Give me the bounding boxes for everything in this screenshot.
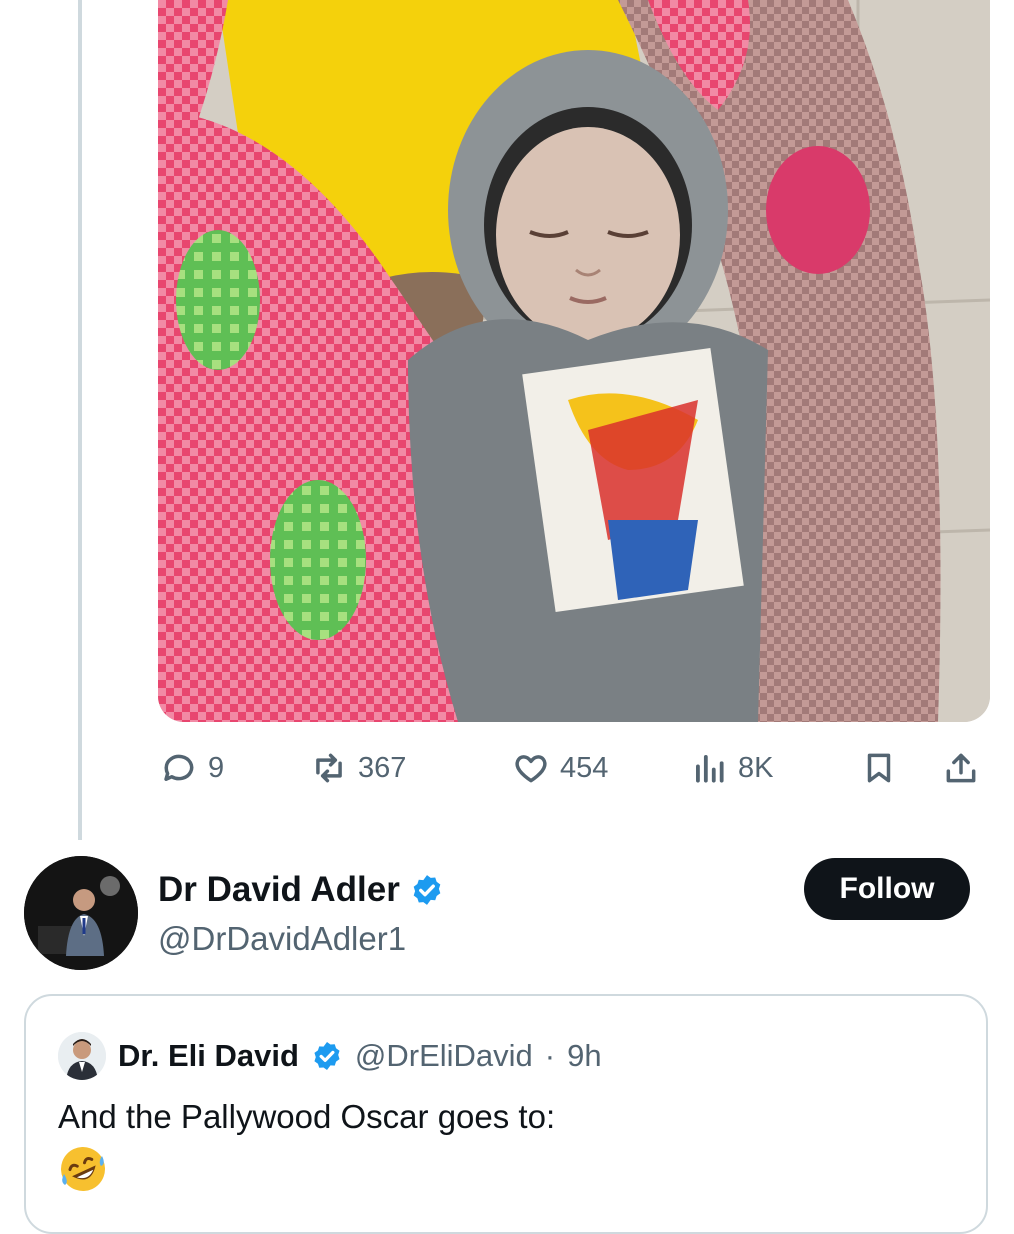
rolling-on-floor-laughing-emoji-icon xyxy=(61,1147,105,1191)
quoted-author-avatar[interactable] xyxy=(58,1032,106,1080)
thread-connector-line xyxy=(78,0,82,840)
author-avatar-image xyxy=(24,856,138,970)
quoted-author-name: Dr. Eli David xyxy=(118,1038,299,1073)
views-button[interactable]: 8K xyxy=(690,744,773,792)
share-button[interactable] xyxy=(942,744,980,792)
repost-count: 367 xyxy=(358,751,407,784)
like-button[interactable]: 454 xyxy=(512,744,608,792)
verified-badge-icon xyxy=(314,1042,340,1070)
quoted-tweet-card[interactable]: Dr. Eli David @DrEliDavid · 9h And the P… xyxy=(24,994,988,1234)
reply-icon xyxy=(164,754,194,781)
tweet-action-bar: 9 367 454 8K xyxy=(160,744,990,792)
follow-button[interactable]: Follow xyxy=(804,858,970,920)
views-count: 8K xyxy=(738,751,774,784)
share-icon xyxy=(946,753,976,783)
quoted-tweet-text: And the Pallywood Oscar goes to: xyxy=(58,1098,556,1135)
quoted-avatar-image xyxy=(58,1032,106,1080)
author-avatar[interactable] xyxy=(24,856,138,970)
like-count: 454 xyxy=(560,751,609,784)
quoted-author-handle: @DrEliDavid xyxy=(354,1038,533,1073)
heart-icon xyxy=(515,755,547,783)
quoted-tweet-header: Dr. Eli David @DrEliDavid · 9h xyxy=(58,1032,602,1080)
reply-count: 9 xyxy=(208,751,225,784)
author-handle[interactable]: @DrDavidAdler1 xyxy=(158,920,406,958)
repost-button[interactable]: 367 xyxy=(310,744,406,792)
verified-badge-icon xyxy=(413,875,441,905)
bookmark-icon xyxy=(867,753,891,783)
repost-icon xyxy=(316,753,342,783)
author-display-name[interactable]: Dr David Adler xyxy=(158,870,400,910)
reply-button[interactable]: 9 xyxy=(160,744,224,792)
quoted-timestamp: 9h xyxy=(567,1038,602,1073)
bookmark-button[interactable] xyxy=(860,744,898,792)
reply-author-row: Dr David Adler @DrDavidAdler1 Follow xyxy=(24,856,990,976)
dot-separator: · xyxy=(544,1038,556,1073)
tweet-media-photo[interactable] xyxy=(158,0,990,722)
views-chart-icon xyxy=(696,755,724,783)
photo-illustration xyxy=(158,0,990,722)
